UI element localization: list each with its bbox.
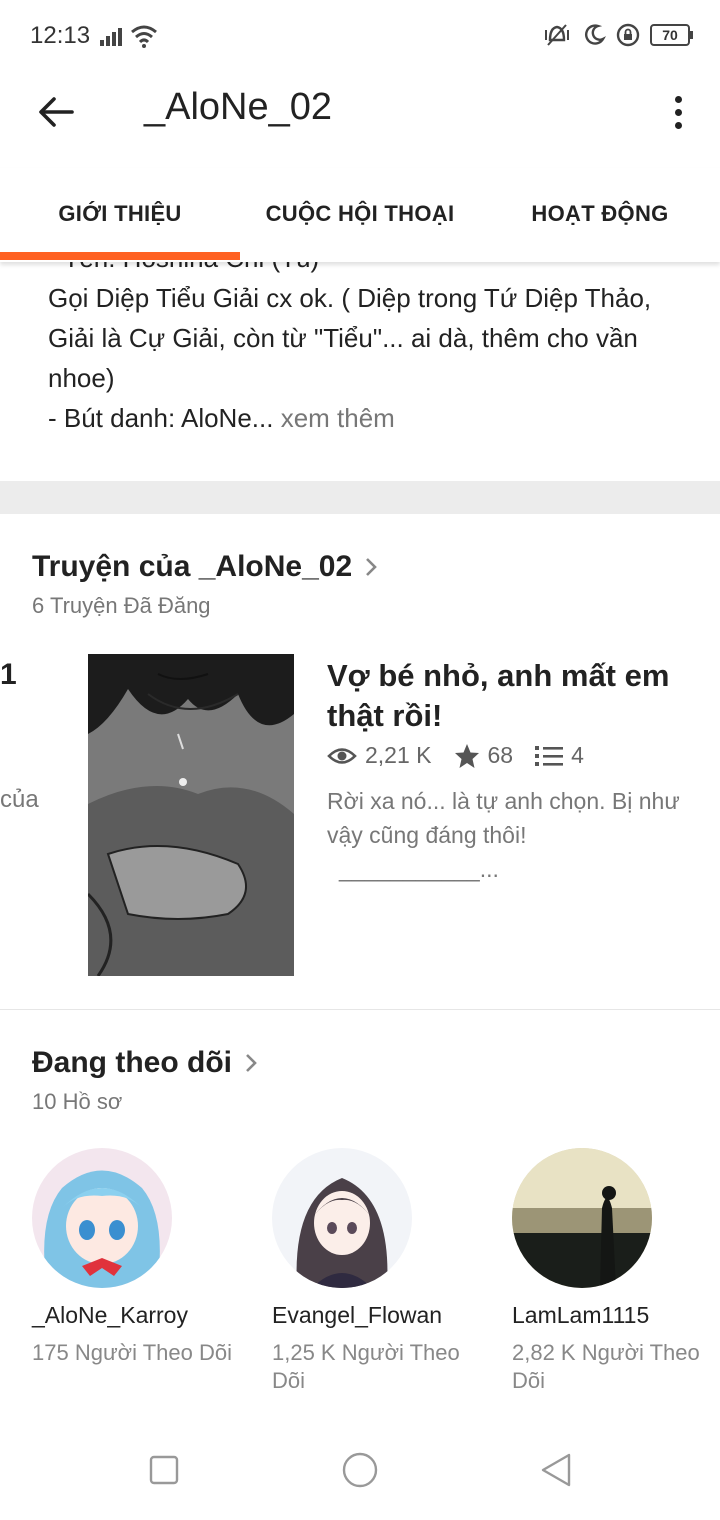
moon-icon: [584, 24, 606, 45]
profile-card[interactable]: Evangel_Flowan 1,25 K Người Theo Dõi: [272, 1148, 472, 1395]
chevron-right-icon: [246, 1054, 257, 1072]
stories-title: Truyện của _AloNe_02: [32, 550, 353, 583]
wifi-icon: [131, 25, 157, 48]
parts-count: 4: [571, 742, 584, 768]
story-cover-image[interactable]: [88, 654, 294, 976]
back-nav-button[interactable]: [536, 1450, 576, 1490]
square-icon: [149, 1455, 179, 1485]
previous-story-partial-desc: của: [0, 786, 39, 813]
list-icon: [535, 745, 564, 766]
votes-stat: 68: [454, 742, 514, 769]
profile-card[interactable]: LamLam1115 2,82 K Người Theo Dõi: [512, 1148, 712, 1395]
profile-followers: 175 Người Theo Dõi: [32, 1340, 232, 1365]
vibrate-icon: [545, 24, 569, 46]
avatar[interactable]: [32, 1148, 172, 1288]
following-header[interactable]: Đang theo dõi: [32, 1046, 258, 1080]
star-icon: [454, 743, 479, 768]
profile-tabs: GIỚI THIỆU CUỘC HỘI THOẠI HOẠT ĐỘNG: [0, 168, 720, 262]
parts-stat: 4: [535, 742, 584, 769]
section-divider-thin: [0, 1009, 720, 1010]
lock-rotation-icon: [616, 23, 640, 47]
app-bar: _AloNe_02: [0, 72, 720, 152]
see-more-link[interactable]: xem thêm: [273, 403, 395, 433]
triangle-back-icon: [541, 1453, 571, 1487]
profile-card[interactable]: _AloNe_Karroy 175 Người Theo Dõi: [32, 1148, 232, 1367]
system-nav-bar: [0, 1420, 720, 1520]
back-arrow-icon: [39, 97, 74, 127]
chevron-right-icon: [366, 558, 377, 576]
profile-name[interactable]: _AloNe_Karroy: [32, 1302, 232, 1329]
home-button[interactable]: [340, 1450, 380, 1490]
tab-active-indicator: [0, 252, 240, 260]
tab-about[interactable]: GIỚI THIỆU: [0, 168, 240, 262]
story-description: Rời xa nó... là tự anh chọn. Bị như vậy …: [327, 784, 697, 886]
circle-icon: [342, 1452, 378, 1488]
more-dot-icon: [674, 121, 682, 129]
battery-icon: 70: [650, 24, 693, 46]
following-count: 10 Hồ sơ: [32, 1089, 123, 1114]
story-stats: 2,21 K 68 4: [327, 742, 606, 769]
tab-activity[interactable]: HOẠT ĐỘNG: [480, 168, 720, 262]
story-title[interactable]: Vợ bé nhỏ, anh mất em thật rồi!: [327, 656, 697, 736]
about-text: - Tên: Hoshina Chi (Tú) Gọi Diệp Tiểu Gi…: [48, 238, 688, 438]
more-options-button[interactable]: [666, 88, 690, 136]
previous-story-partial[interactable]: 1: [0, 658, 17, 692]
tab-conversations[interactable]: CUỘC HỘI THOẠI: [240, 168, 480, 262]
status-icons: 70: [542, 22, 693, 48]
eye-icon: [327, 747, 357, 764]
profile-name[interactable]: Evangel_Flowan: [272, 1302, 472, 1329]
stories-header[interactable]: Truyện của _AloNe_02: [32, 550, 378, 584]
status-time: 12:13: [30, 22, 91, 49]
story-description-text: Rời xa nó... là tự anh chọn. Bị như vậy …: [327, 788, 680, 848]
reads-stat: 2,21 K: [327, 742, 432, 769]
avatar[interactable]: [272, 1148, 412, 1288]
profile-followers: 1,25 K Người Theo Dõi: [272, 1340, 460, 1393]
recents-button[interactable]: [144, 1450, 184, 1490]
votes-count: 68: [487, 742, 514, 768]
section-divider: [0, 481, 720, 514]
more-dot-icon: [674, 108, 682, 116]
back-button[interactable]: [30, 88, 82, 136]
avatar[interactable]: [512, 1148, 652, 1288]
more-dot-icon: [674, 95, 682, 103]
status-bar: 12:13 70: [0, 0, 720, 72]
about-line: - Bút danh: AloNe...: [48, 403, 274, 433]
reads-count: 2,21 K: [365, 742, 432, 768]
page-title: _AloNe_02: [144, 86, 333, 128]
signal-icon: [100, 28, 122, 46]
about-line: Gọi Diệp Tiểu Giải cx ok. ( Diệp trong T…: [48, 283, 652, 393]
profile-name[interactable]: LamLam1115: [512, 1302, 712, 1329]
stories-count: 6 Truyện Đã Đăng: [32, 593, 211, 618]
profile-followers: 2,82 K Người Theo Dõi: [512, 1340, 700, 1393]
following-title: Đang theo dõi: [32, 1046, 232, 1079]
story-description-tail: ___________...: [339, 856, 499, 882]
